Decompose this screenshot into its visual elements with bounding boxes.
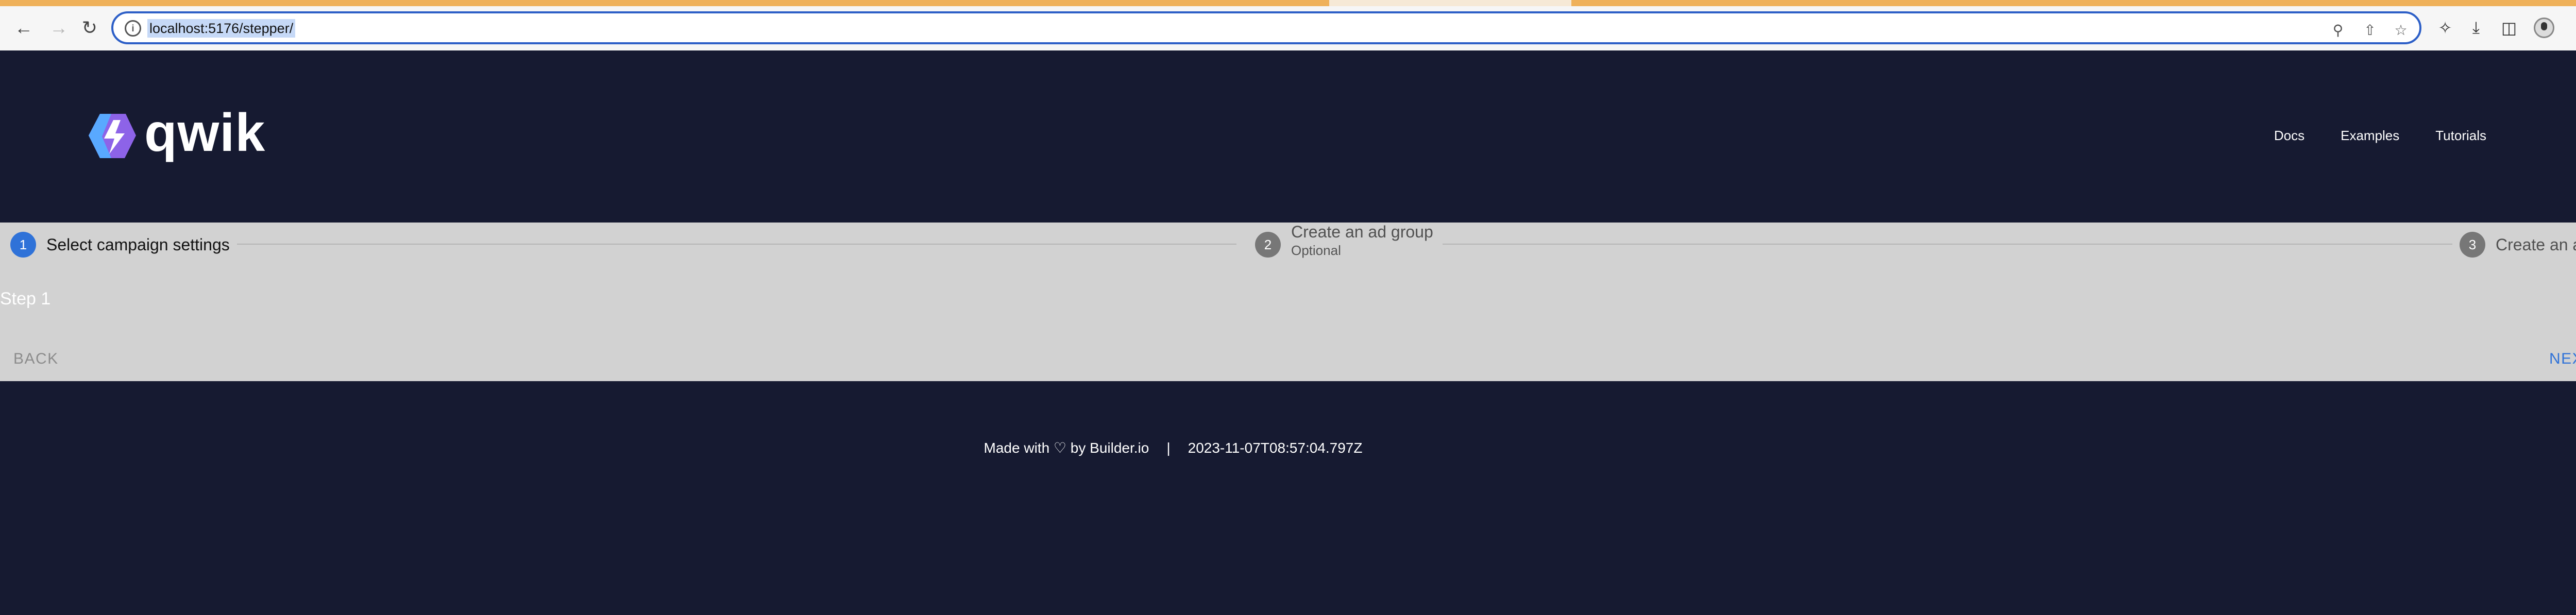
step-2[interactable]: 2 Create an ad group Optional	[1255, 223, 1433, 258]
step-number-badge: 3	[2460, 232, 2485, 258]
site-info-icon[interactable]: i	[125, 20, 141, 37]
build-timestamp: 2023-11-07T08:57:04.797Z	[1188, 440, 1363, 456]
arrow-left-icon: ←	[14, 17, 33, 38]
step-connector	[1443, 244, 2452, 245]
forward-nav-button[interactable]: →	[46, 15, 71, 40]
made-with-link[interactable]: Made with ♡ by Builder.io	[984, 439, 1149, 457]
profile-avatar[interactable]	[2534, 18, 2554, 38]
step-connector	[237, 244, 1236, 245]
top-navigation: Docs Examples Tutorials	[2274, 128, 2486, 143]
arrow-right-icon: →	[49, 17, 68, 38]
step-text: Create an ad group Optional	[1291, 220, 1433, 258]
qwik-logo-icon	[89, 114, 136, 158]
bookmark-star-icon[interactable]: ☆	[2392, 21, 2410, 39]
footer-separator: |	[1166, 440, 1171, 456]
step-1[interactable]: 1 Select campaign settings	[10, 232, 230, 258]
step-label: Create an ad	[2496, 235, 2576, 254]
url-text[interactable]: localhost:5176/stepper/	[147, 19, 296, 38]
nav-link-examples[interactable]: Examples	[2341, 128, 2399, 143]
nav-link-docs[interactable]: Docs	[2274, 128, 2304, 143]
address-bar[interactable]: i localhost:5176/stepper/ ⚲ ⇧ ☆	[111, 11, 2421, 44]
reload-button[interactable]: ↻	[77, 15, 102, 40]
qwik-logo[interactable]: qwik	[89, 103, 266, 165]
zoom-icon[interactable]: ⚲	[2329, 21, 2347, 39]
step-3[interactable]: 3 Create an ad	[2460, 232, 2576, 258]
step-text: Create an ad	[2496, 232, 2576, 258]
next-button[interactable]: NEXT	[2549, 350, 2576, 368]
menu-kebab-icon[interactable]: ⋮	[2565, 15, 2576, 40]
share-icon[interactable]: ⇧	[2361, 21, 2379, 39]
step-label: Create an ad group	[1291, 223, 1433, 241]
tab-gap	[1329, 0, 1571, 6]
browser-chrome: ← → ↻ i localhost:5176/stepper/ ⚲ ⇧ ☆ ✧ …	[0, 0, 2576, 50]
stepper: 1 Select campaign settings 2 Create an a…	[0, 223, 2576, 381]
side-panel-icon[interactable]: ◫	[2497, 15, 2521, 40]
step-optional-label: Optional	[1291, 243, 1341, 258]
back-nav-button[interactable]: ←	[11, 15, 36, 40]
download-icon[interactable]: ⤓	[2464, 15, 2488, 40]
back-button[interactable]: BACK	[13, 350, 59, 368]
logo-wordmark: qwik	[144, 103, 266, 163]
footer: Made with ♡ by Builder.io | 2023-11-07T0…	[0, 439, 2576, 457]
reload-icon: ↻	[81, 17, 98, 38]
nav-link-tutorials[interactable]: Tutorials	[2435, 128, 2486, 143]
step-label: Select campaign settings	[46, 235, 230, 254]
step-number-badge: 1	[10, 232, 36, 258]
tab-strip	[0, 0, 2576, 6]
step-content: Step 1	[0, 289, 51, 309]
extensions-icon[interactable]: ✧	[2433, 15, 2458, 40]
step-number-badge: 2	[1255, 232, 1281, 258]
step-text: Select campaign settings	[46, 232, 230, 258]
